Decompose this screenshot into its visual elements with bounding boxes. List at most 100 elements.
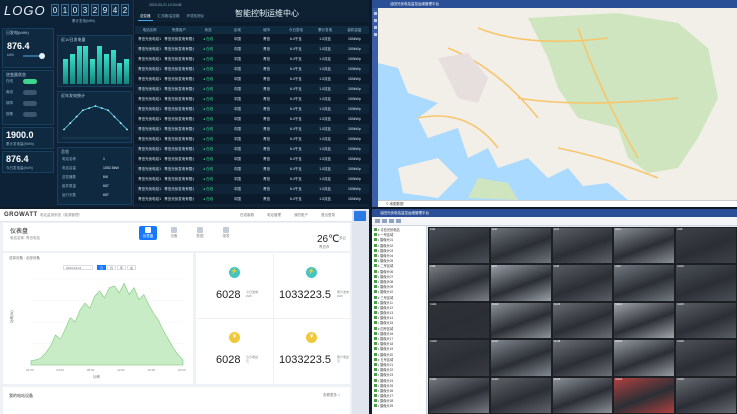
table-cell: 青岛光伏发电有限公司 <box>164 156 193 161</box>
camera-feed[interactable]: CH18 <box>552 340 613 376</box>
table-row[interactable]: 青岛光伏电站1青岛光伏发电有限公司● 在线中国青岛6.4千瓦1.0兆瓦150kW… <box>135 164 369 174</box>
video-title: 油田光伏电站监控运维管理平台 <box>380 211 429 215</box>
nav-tab[interactable]: 仪表盘 <box>139 226 157 240</box>
tab-item[interactable]: 汇流箱/监控箱 <box>156 13 182 21</box>
table-row[interactable]: 青岛光伏电站1青岛光伏发电有限公司● 在线中国青岛6.4千瓦1.0兆瓦150kW… <box>135 34 369 44</box>
camera-feed[interactable]: CH1 <box>429 228 489 264</box>
status-toggle[interactable] <box>23 90 37 95</box>
nav-tab[interactable]: 设备 <box>165 226 183 240</box>
table-cell: 6.4千瓦 <box>281 204 311 207</box>
stop-icon[interactable] <box>382 219 387 223</box>
camera-feed[interactable]: CH2 <box>490 228 551 264</box>
table-row[interactable]: 青岛光伏电站1青岛光伏发电有限公司● 在线中国青岛6.4千瓦1.0兆瓦150kW… <box>135 154 369 164</box>
camera-feed[interactable]: CH24 <box>614 377 675 413</box>
kpi-divider <box>273 253 274 384</box>
camera-feed[interactable]: CH11 <box>429 302 489 339</box>
table-cell: ● 在线 <box>193 184 223 194</box>
camera-feed[interactable]: CH25 <box>676 377 736 413</box>
camera-feed[interactable]: CH10 <box>676 265 736 301</box>
view-more-link[interactable]: 查看更多 > <box>323 393 340 398</box>
table-row[interactable]: 青岛光伏电站1青岛光伏发电有限公司● 在线中国青岛6.4千瓦1.0兆瓦150kW… <box>135 184 369 194</box>
camera-feed[interactable]: CH13 <box>552 302 613 339</box>
tree-node[interactable]: ▪ 摄像头29 <box>374 403 426 408</box>
camera-feed[interactable]: CH23 <box>552 377 613 413</box>
table-cell: 青岛光伏电站1 <box>138 156 162 161</box>
table-row[interactable]: 青岛光伏电站1青岛光伏发电有限公司● 在线中国青岛6.4千瓦1.0兆瓦150kW… <box>135 74 369 84</box>
camera-feed[interactable]: CH19 <box>614 340 675 376</box>
table-row[interactable]: 青岛光伏电站1青岛光伏发电有限公司● 在线中国青岛6.4千瓦1.0兆瓦150kW… <box>135 194 369 204</box>
settings-icon[interactable] <box>373 33 377 36</box>
kpi-value: 6028 <box>216 289 241 301</box>
nav-tab[interactable]: 数据 <box>191 226 209 240</box>
play-icon[interactable] <box>375 219 380 223</box>
camera-timestamp: CH22 <box>491 377 499 381</box>
tab-item[interactable]: 逆变器 <box>138 13 153 21</box>
camera-feed[interactable]: CH16 <box>429 340 489 376</box>
table-row[interactable]: 青岛光伏电站1青岛光伏发电有限公司● 在线中国青岛6.4千瓦1.0兆瓦150kW… <box>135 44 369 54</box>
map-canvas[interactable] <box>378 8 737 200</box>
table-header: 装机容量 <box>339 26 369 34</box>
kpi-icon: ⚡ <box>229 267 240 278</box>
right-rail <box>352 209 369 414</box>
camera-feed[interactable]: CH5 <box>676 228 736 264</box>
table-row[interactable]: 青岛光伏电站1青岛光伏发电有限公司● 在线中国青岛6.4千瓦1.0兆瓦150kW… <box>135 124 369 134</box>
table-row[interactable]: 青岛光伏电站1青岛光伏发电有限公司● 在线中国青岛6.4千瓦1.0兆瓦150kW… <box>135 54 369 64</box>
table-cell: 青岛光伏发电有限公司 <box>164 84 194 94</box>
curve-point <box>63 128 65 131</box>
camera-feed[interactable]: CH14 <box>614 302 675 339</box>
header-link[interactable]: 我的账户 <box>294 213 308 218</box>
layer-icon[interactable] <box>373 19 377 22</box>
rail-button-active[interactable] <box>354 211 366 221</box>
table-cell: 青岛 <box>263 116 271 121</box>
header-link[interactable]: 退出登录 <box>321 213 335 218</box>
search-icon[interactable] <box>373 26 377 29</box>
table-row[interactable]: 青岛光伏电站1青岛光伏发电有限公司● 在线中国青岛6.4千瓦1.0兆瓦150kW… <box>135 84 369 94</box>
table-row[interactable]: 青岛光伏电站1青岛光伏发电有限公司● 在线中国青岛6.4千瓦1.0兆瓦150kW… <box>135 94 369 104</box>
x-tick-label: 04:00 <box>56 368 64 372</box>
camera-status-icon <box>374 368 377 372</box>
table-row[interactable]: 青岛光伏电站1青岛光伏发电有限公司● 在线中国青岛6.4千瓦1.0兆瓦150kW… <box>135 104 369 114</box>
table-row[interactable]: 青岛光伏电站1青岛光伏发电有限公司● 在线中国青岛6.4千瓦1.0兆瓦150kW… <box>135 174 369 184</box>
camera-feed[interactable]: CH8 <box>552 265 613 301</box>
camera-status-icon <box>374 254 377 258</box>
home-icon[interactable] <box>373 12 377 15</box>
camera-feed[interactable]: CH20 <box>676 340 736 376</box>
camera-feed[interactable]: CH21 <box>429 377 489 413</box>
table-cell: 中国 <box>222 184 252 194</box>
layout-icon[interactable] <box>389 219 394 223</box>
top-bar: 2023-03-21 12:04:08 智能控制运维中心 逆变器 汇流箱/监控箱环… <box>135 0 369 22</box>
camera-feed[interactable]: CH15 <box>676 302 736 339</box>
camera-feed[interactable]: CH7 <box>490 265 551 301</box>
table-cell: 青岛 <box>263 176 271 181</box>
table-cell: 1.0兆瓦 <box>310 84 340 94</box>
snapshot-icon[interactable] <box>396 219 401 223</box>
inverter-status-card: 逆变器状态 在线 离线 故障 报警 <box>2 70 54 125</box>
table-row[interactable]: 青岛光伏电站1青岛光伏发电有限公司● 在线中国青岛6.4千瓦1.0兆瓦150kW… <box>135 114 369 124</box>
status-toggle[interactable] <box>23 101 37 106</box>
camera-feed[interactable]: CH22 <box>490 377 551 413</box>
camera-feed[interactable]: CH6 <box>429 265 489 301</box>
status-toggle[interactable] <box>23 79 37 84</box>
camera-timestamp: CH24 <box>615 377 623 381</box>
camera-feed[interactable]: CH9 <box>614 265 675 301</box>
camera-feed[interactable]: CH3 <box>552 228 613 264</box>
status-toggle[interactable] <box>23 112 37 117</box>
power-slider-knob[interactable] <box>39 53 45 59</box>
table-row[interactable]: 青岛光伏电站1青岛光伏发电有限公司● 在线中国青岛6.4千瓦1.0兆瓦150kW… <box>135 204 369 207</box>
tab-item[interactable]: 环境检测仪 <box>184 13 206 21</box>
camera-feed[interactable]: CH17 <box>490 340 551 376</box>
camera-timestamp: CH15 <box>677 302 684 306</box>
table-row[interactable]: 青岛光伏电站1青岛光伏发电有限公司● 在线中国青岛6.4千瓦1.0兆瓦150kW… <box>135 134 369 144</box>
table-row[interactable]: 青岛光伏电站1青岛光伏发电有限公司● 在线中国青岛6.4千瓦1.0兆瓦150kW… <box>135 64 369 74</box>
table-row[interactable]: 青岛光伏电站1青岛光伏发电有限公司● 在线中国青岛6.4千瓦1.0兆瓦150kW… <box>135 144 369 154</box>
table-cell: 1.0兆瓦 <box>310 64 340 74</box>
camera-feed[interactable]: CH4 <box>614 228 675 264</box>
table-cell: 中国 <box>222 104 252 114</box>
camera-status-icon <box>374 305 377 309</box>
header-link[interactable]: 电站管理 <box>267 213 281 218</box>
header-link[interactable]: 在线客服 <box>240 213 254 218</box>
nav-tab[interactable]: 报表 <box>217 226 235 240</box>
table-cell: 中国 <box>222 204 252 207</box>
table-cell: 中国 <box>233 196 241 201</box>
camera-feed[interactable]: CH12 <box>490 302 551 339</box>
